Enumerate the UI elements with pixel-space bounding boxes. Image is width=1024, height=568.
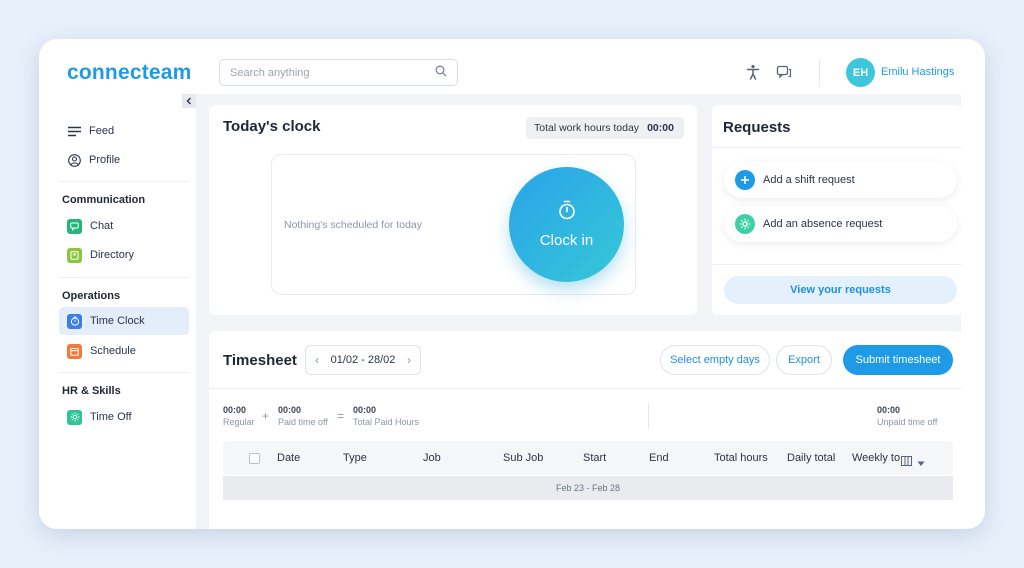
caret-down-icon[interactable] [917, 454, 925, 472]
chat-icon [67, 218, 82, 234]
section-hr-skills: HR & Skills [62, 385, 121, 397]
timesheet-divider [209, 388, 962, 389]
columns-icon[interactable] [901, 453, 912, 471]
sidebar-item-directory[interactable]: Directory [59, 241, 189, 269]
sidebar-item-chat[interactable]: Chat [59, 212, 189, 240]
sidebar-item-time-off[interactable]: Time Off [59, 403, 189, 431]
column-header-date[interactable]: Date [277, 452, 300, 464]
column-header-weekly-total[interactable]: Weekly to [852, 452, 900, 464]
plus-icon [735, 170, 755, 190]
sidebar-item-label: Chat [90, 220, 114, 232]
todays-clock-panel: Today's clock Total work hours today 00:… [209, 105, 697, 315]
total-hours-label: Total work hours today [534, 122, 640, 134]
week-group-row: Feb 23 - Feb 28 [223, 476, 953, 500]
menu-icon [67, 124, 81, 138]
plus-operator: + [262, 409, 270, 423]
submit-timesheet-button[interactable]: Submit timesheet [843, 345, 953, 375]
clock-in-label: Clock in [539, 232, 594, 249]
user-name[interactable]: Emilu Hastings [881, 66, 954, 78]
add-shift-request-label: Add a shift request [763, 174, 855, 186]
date-range-picker[interactable]: ‹ 01/02 - 28/02 › [305, 345, 421, 375]
directory-icon [67, 247, 82, 263]
sun-icon [735, 214, 755, 234]
empty-schedule-text: Nothing's scheduled for today [284, 219, 423, 231]
chevron-left-icon[interactable]: ‹ [315, 353, 319, 367]
sidebar-item-time-clock[interactable]: Time Clock [59, 307, 189, 335]
summary-value: 00:00 [353, 405, 377, 415]
summary-paid-time-off: 00:00 Paid time off [278, 405, 328, 427]
total-hours-value: 00:00 [647, 122, 674, 134]
summary-value: 00:00 [278, 405, 302, 415]
messages-icon[interactable] [776, 64, 794, 82]
search-icon[interactable] [435, 64, 447, 82]
sidebar-item-profile[interactable]: Profile [59, 146, 189, 174]
clock-in-button[interactable]: Clock in [509, 167, 624, 282]
requests-panel: Requests Add a shift request Add an abse… [712, 105, 962, 315]
search-input[interactable]: Search anything [219, 59, 458, 86]
column-header-type[interactable]: Type [343, 452, 367, 464]
topbar-divider [819, 59, 820, 87]
sidebar-item-label: Directory [90, 249, 135, 261]
avatar[interactable]: EH [846, 58, 875, 87]
accessibility-icon[interactable] [745, 64, 763, 82]
summary-label: Paid time off [278, 417, 328, 427]
summary-label: Unpaid time off [877, 417, 938, 427]
add-absence-request-label: Add an absence request [763, 218, 883, 230]
summary-value: 00:00 [223, 405, 247, 415]
column-header-daily-total[interactable]: Daily total [787, 452, 835, 464]
sidebar-item-label: Feed [89, 125, 115, 137]
summary-value: 00:00 [877, 405, 901, 415]
collapse-sidebar-button[interactable] [182, 94, 196, 108]
sidebar-item-label: Schedule [90, 345, 136, 357]
summary-label: Regular [223, 417, 255, 427]
summary-label: Total Paid Hours [353, 417, 420, 427]
connecteam-logo[interactable]: connecteam [67, 61, 192, 85]
add-absence-request-button[interactable]: Add an absence request [724, 206, 957, 242]
todays-clock-title: Today's clock [223, 118, 321, 135]
summary-total-paid: 00:00 Total Paid Hours [353, 405, 419, 427]
chevron-right-icon[interactable]: › [407, 353, 411, 367]
select-empty-days-button[interactable]: Select empty days [660, 345, 770, 375]
sidebar-divider [59, 181, 189, 182]
sidebar-divider [59, 372, 189, 373]
search-placeholder: Search anything [230, 66, 310, 79]
sun-icon [67, 409, 82, 425]
select-all-checkbox[interactable] [249, 453, 260, 464]
section-communication: Communication [62, 194, 146, 206]
schedule-box: Nothing's scheduled for today Clock in [271, 154, 636, 295]
stopwatch-icon [558, 200, 576, 224]
sidebar-item-label: Time Off [90, 411, 132, 423]
add-shift-request-button[interactable]: Add a shift request [724, 162, 957, 198]
view-your-requests-button[interactable]: View your requests [724, 276, 957, 304]
stopwatch-icon [67, 313, 82, 329]
section-operations: Operations [62, 290, 121, 302]
column-header-end[interactable]: End [649, 452, 669, 464]
column-header-sub-job[interactable]: Sub Job [503, 452, 543, 464]
timesheet-panel: Timesheet ‹ 01/02 - 28/02 › Select empty… [209, 331, 962, 529]
app-window: connecteam Search anything EH Emilu Hast… [39, 39, 985, 529]
sidebar-item-schedule[interactable]: Schedule [59, 337, 189, 365]
equals-operator: = [337, 409, 345, 423]
user-circle-icon [67, 153, 81, 167]
timesheet-table-header: Date Type Job Sub Job Start End Total ho… [223, 441, 953, 475]
column-header-job[interactable]: Job [423, 452, 441, 464]
requests-divider [712, 147, 962, 148]
summary-regular: 00:00 Regular [223, 405, 255, 427]
column-header-start[interactable]: Start [583, 452, 606, 464]
requests-divider [712, 264, 962, 265]
date-range-label: 01/02 - 28/02 [330, 354, 396, 366]
summary-divider [648, 403, 649, 429]
sidebar-item-label: Profile [89, 154, 121, 166]
summary-unpaid-time-off: 00:00 Unpaid time off [877, 405, 937, 427]
sidebar-item-feed[interactable]: Feed [59, 117, 189, 145]
requests-title: Requests [723, 119, 791, 136]
timesheet-title: Timesheet [223, 352, 297, 369]
export-button[interactable]: Export [776, 345, 832, 375]
column-header-total-hours[interactable]: Total hours [714, 452, 768, 464]
sidebar-divider [59, 277, 189, 278]
sidebar-item-label: Time Clock [90, 315, 145, 327]
chevron-left-icon [185, 92, 193, 110]
total-hours-badge: Total work hours today 00:00 [526, 117, 684, 139]
calendar-icon [67, 343, 82, 359]
